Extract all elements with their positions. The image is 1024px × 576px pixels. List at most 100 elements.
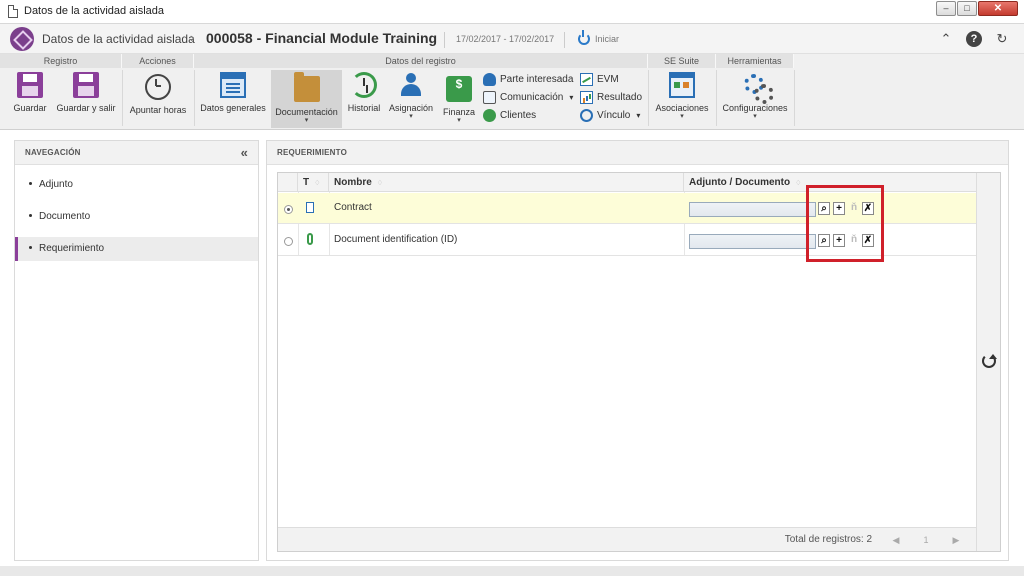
attachment-field[interactable] (689, 202, 816, 217)
general-data-button[interactable]: Datos generales (198, 70, 268, 128)
nav-item-requerimiento[interactable]: Requerimiento (15, 237, 258, 261)
row-name: Contract (334, 202, 372, 213)
navigation-panel: NAVEGACIÓN « Adjunto Documento Requerimi… (14, 140, 259, 561)
history-button[interactable]: Historial (344, 70, 384, 128)
result-icon (580, 90, 593, 104)
window-controls: – □ ✕ (936, 1, 1018, 16)
group-divider (716, 70, 717, 126)
chevron-down-icon: ▾ (636, 110, 641, 120)
nav-item-documento[interactable]: Documento (15, 205, 258, 229)
document-type-icon (306, 202, 314, 213)
maximize-button[interactable]: □ (957, 1, 977, 16)
group-registro: Registro (0, 54, 122, 68)
window-bottom-edge (0, 566, 1024, 576)
window-title: Datos de la actividad aislada (24, 5, 165, 17)
settings-button[interactable]: Configuraciones ▾ (720, 70, 790, 128)
sort-icon: ♢ (795, 180, 802, 187)
stakeholder-button[interactable]: Parte interesada (483, 71, 573, 87)
communication-icon (483, 90, 496, 104)
window-titlebar: Datos de la actividad aislada – □ ✕ (0, 0, 1024, 24)
refresh-icon[interactable]: ↻ (994, 31, 1010, 47)
start-button[interactable]: Iniciar (595, 34, 619, 44)
breadcrumb-parent[interactable]: Datos de la actividad aislada (42, 32, 195, 46)
group-se-suite: SE Suite (648, 54, 716, 68)
people-icon (398, 72, 424, 98)
header-divider (564, 32, 565, 48)
bullet-icon (29, 245, 32, 249)
sort-icon: ♢ (376, 180, 384, 187)
save-button[interactable]: Guardar (8, 70, 52, 128)
group-datos-registro: Datos del registro (194, 54, 648, 68)
next-page-icon[interactable]: ▶ (948, 532, 964, 548)
folder-icon (293, 72, 320, 102)
bullet-icon (29, 213, 32, 217)
grid-header: T ♢ Nombre ♢ Adjunto / Documento ♢ (278, 173, 1000, 192)
attachment-field[interactable] (689, 234, 816, 249)
breadcrumb-separator-icon: › (190, 30, 195, 45)
previous-page-icon[interactable]: ◀ (888, 532, 904, 548)
communication-button[interactable]: Comunicación ▾ (483, 89, 573, 105)
paperclip-icon (307, 233, 313, 245)
link-icon (580, 108, 593, 122)
row-name: Document identification (ID) (334, 234, 458, 245)
associations-button[interactable]: Asociaciones ▾ (652, 70, 712, 128)
column-select (278, 173, 298, 192)
money-icon (446, 76, 472, 102)
result-button[interactable]: Resultado (580, 89, 642, 105)
requirement-title: REQUERIMIENTO (277, 148, 348, 157)
chevron-down-icon: ▾ (569, 92, 574, 102)
finance-button[interactable]: Finanza ▾ (440, 70, 478, 128)
refresh-icon[interactable] (982, 354, 997, 368)
group-divider (194, 70, 195, 126)
group-divider (648, 70, 649, 126)
requirement-header: REQUERIMIENTO (267, 141, 1008, 165)
column-type[interactable]: T ♢ (298, 173, 329, 192)
ribbon-toolbar: Registro Acciones Datos del registro SE … (0, 54, 1024, 130)
app-logo-icon (10, 27, 34, 51)
grid-footer: Total de registros: 2 ◀ 1 ▶ (278, 527, 976, 551)
help-icon[interactable]: ? (966, 31, 982, 47)
row-radio[interactable] (284, 205, 293, 214)
record-dates: 17/02/2017 - 17/02/2017 (456, 34, 555, 44)
collapse-left-icon[interactable]: « (241, 141, 248, 165)
assignment-button[interactable]: Asignación ▾ (386, 70, 436, 128)
log-hours-button[interactable]: Apuntar horas (126, 70, 190, 128)
associations-icon (669, 72, 695, 98)
clients-button[interactable]: Clientes (483, 107, 536, 123)
power-icon[interactable] (578, 30, 590, 45)
minimize-button[interactable]: – (936, 1, 956, 16)
clients-icon (483, 108, 496, 122)
sort-icon: ♢ (314, 180, 321, 187)
column-name[interactable]: Nombre ♢ (329, 173, 684, 192)
grid-side-bar (976, 173, 1000, 551)
chevron-down-icon: ▾ (680, 113, 684, 120)
evm-button[interactable]: EVM (580, 71, 619, 87)
total-records: Total de registros: 2 (784, 534, 872, 545)
evm-icon (580, 72, 593, 86)
row-radio[interactable] (284, 237, 293, 246)
requirement-grid: T ♢ Nombre ♢ Adjunto / Documento ♢ Contract… (277, 172, 1001, 552)
chevron-down-icon: ▾ (753, 113, 757, 120)
navigation-header: NAVEGACIÓN « (15, 141, 258, 165)
chevron-down-icon: ▾ (457, 117, 461, 124)
link-button[interactable]: Vínculo ▾ (580, 107, 640, 123)
collapse-up-icon[interactable]: ⌃ (938, 31, 954, 47)
document-icon (8, 5, 18, 18)
header-divider (444, 32, 445, 48)
close-button[interactable]: ✕ (978, 1, 1018, 16)
history-icon (351, 72, 377, 98)
bullet-icon (29, 181, 32, 185)
group-divider (794, 70, 795, 126)
documentation-button[interactable]: Documentación ▾ (271, 70, 342, 128)
current-page[interactable]: 1 (918, 532, 934, 548)
record-title: 000058 - Financial Module Training (206, 30, 438, 46)
gears-icon (742, 72, 774, 104)
nav-item-adjunto[interactable]: Adjunto (15, 173, 258, 197)
clock-icon (145, 74, 171, 100)
navigation-title: NAVEGACIÓN (25, 148, 81, 157)
save-and-exit-button[interactable]: Guardar y salir (54, 70, 118, 128)
group-acciones: Acciones (122, 54, 194, 68)
requirement-panel: REQUERIMIENTO T ♢ Nombre ♢ Adjunto / Docum… (266, 140, 1009, 561)
save-exit-icon (73, 72, 99, 98)
record-header: Datos de la actividad aislada › 000058 -… (0, 24, 1024, 54)
